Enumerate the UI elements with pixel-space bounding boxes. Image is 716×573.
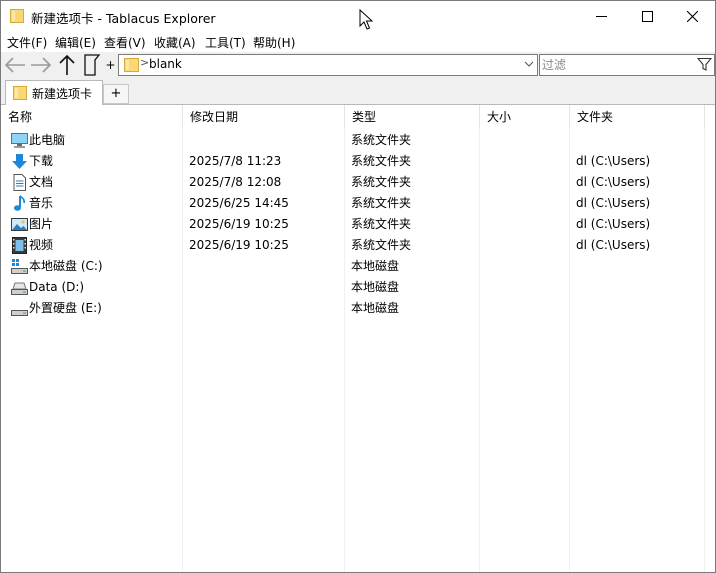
list-item[interactable]: 下载 2025/7/8 11:23 系统文件夹 dl (C:\Users) [1, 151, 705, 172]
list-item[interactable]: 本地磁盘 (C:) 本地磁盘 [1, 256, 705, 277]
tree-panel-button[interactable] [81, 53, 103, 77]
arrow-right-icon [30, 57, 51, 73]
column-header-size[interactable]: 大小 [480, 105, 570, 129]
folder-icon [13, 86, 27, 100]
folder-icon [124, 58, 139, 72]
item-name: 图片 [29, 217, 54, 231]
drive-icon [11, 282, 28, 295]
item-name: 音乐 [29, 196, 54, 210]
menu-favorites[interactable]: 收藏(A) [154, 34, 196, 51]
system-drive-icon [11, 259, 28, 274]
column-header-folder[interactable]: 文件夹 [570, 105, 705, 129]
address-path[interactable]: blank [149, 57, 182, 71]
address-bar[interactable]: > blank [118, 54, 538, 76]
item-name: 下载 [29, 154, 54, 168]
item-date: 2025/6/19 10:25 [189, 238, 289, 252]
tab-new-tab[interactable]: 新建选项卡 [5, 80, 103, 105]
item-type: 系统文件夹 [351, 175, 412, 189]
item-type: 系统文件夹 [351, 154, 412, 168]
item-name: 外置硬盘 (E:) [29, 301, 102, 315]
close-button[interactable] [669, 1, 715, 32]
column-header-type[interactable]: 类型 [345, 105, 480, 129]
back-button[interactable] [2, 53, 27, 77]
menu-help[interactable]: 帮助(H) [253, 34, 295, 51]
item-type: 系统文件夹 [351, 133, 412, 147]
toolbar: + > blank [1, 52, 715, 79]
drive-icon [11, 310, 28, 316]
item-folder: dl (C:\Users) [576, 196, 651, 210]
menu-tools[interactable]: 工具(T) [205, 34, 246, 51]
item-name: 本地磁盘 (C:) [29, 259, 103, 273]
window-title: 新建选项卡 - Tablacus Explorer [31, 11, 216, 26]
vertical-scrollbar[interactable] [705, 105, 715, 572]
picture-icon [11, 218, 28, 231]
music-icon [14, 195, 25, 211]
explorer-window: 新建选项卡 - Tablacus Explorer 文件(F) 编辑(E) 查看… [0, 0, 716, 573]
tree-panel-icon [84, 54, 101, 76]
filter-box [539, 54, 715, 76]
list-item[interactable]: Data (D:) 本地磁盘 [1, 277, 705, 298]
title-bar[interactable]: 新建选项卡 - Tablacus Explorer [1, 1, 715, 32]
item-type: 本地磁盘 [351, 301, 400, 315]
item-folder: dl (C:\Users) [576, 175, 651, 189]
up-button[interactable] [55, 53, 79, 77]
item-type: 系统文件夹 [351, 217, 412, 231]
list-item[interactable]: 文档 2025/7/8 12:08 系统文件夹 dl (C:\Users) [1, 172, 705, 193]
menu-bar: 文件(F) 编辑(E) 查看(V) 收藏(A) 工具(T) 帮助(H) [1, 32, 715, 52]
chevron-down-icon[interactable] [524, 60, 534, 68]
arrow-left-icon [4, 57, 25, 73]
menu-file[interactable]: 文件(F) [7, 34, 47, 51]
mouse-cursor-icon [359, 9, 373, 30]
item-name: Data (D:) [29, 280, 85, 294]
menu-edit[interactable]: 编辑(E) [55, 34, 96, 51]
add-button[interactable]: + [104, 53, 117, 77]
file-list: 此电脑 系统文件夹 下载 2025/7/8 11:23 系统文件夹 dl (C:… [1, 130, 705, 319]
column-header-name[interactable]: 名称 [1, 105, 183, 129]
breadcrumb-separator[interactable]: > [140, 56, 149, 69]
item-name: 文档 [29, 175, 54, 189]
list-item[interactable]: 音乐 2025/6/25 14:45 系统文件夹 dl (C:\Users) [1, 193, 705, 214]
menu-view[interactable]: 查看(V) [104, 34, 146, 51]
forward-button[interactable] [28, 53, 53, 77]
close-icon [686, 11, 698, 22]
item-type: 系统文件夹 [351, 238, 412, 252]
tab-label: 新建选项卡 [32, 87, 93, 101]
item-folder: dl (C:\Users) [576, 238, 651, 252]
item-name: 此电脑 [29, 133, 66, 147]
item-type: 系统文件夹 [351, 196, 412, 210]
item-type: 本地磁盘 [351, 259, 400, 273]
filter-input[interactable] [542, 56, 692, 73]
computer-icon [11, 133, 28, 148]
item-type: 本地磁盘 [351, 280, 400, 294]
minimize-icon [595, 16, 607, 17]
add-tab-button[interactable]: + [103, 84, 129, 104]
filter-icon[interactable] [697, 57, 712, 72]
document-icon [13, 174, 26, 191]
item-date: 2025/6/19 10:25 [189, 217, 289, 231]
item-folder: dl (C:\Users) [576, 154, 651, 168]
tab-bar: 新建选项卡 + [1, 79, 715, 105]
item-folder: dl (C:\Users) [576, 217, 651, 231]
list-item[interactable]: 此电脑 系统文件夹 [1, 130, 705, 151]
minimize-button[interactable] [578, 1, 624, 32]
list-item[interactable]: 图片 2025/6/19 10:25 系统文件夹 dl (C:\Users) [1, 214, 705, 235]
column-header-date[interactable]: 修改日期 [183, 105, 345, 129]
list-item[interactable]: 外置硬盘 (E:) 本地磁盘 [1, 298, 705, 319]
item-date: 2025/7/8 12:08 [189, 175, 282, 189]
item-date: 2025/7/8 11:23 [189, 154, 282, 168]
list-item[interactable]: 视频 2025/6/19 10:25 系统文件夹 dl (C:\Users) [1, 235, 705, 256]
item-name: 视频 [29, 238, 54, 252]
folder-icon [10, 9, 24, 23]
arrow-up-icon [59, 54, 75, 75]
item-date: 2025/6/25 14:45 [189, 196, 289, 210]
list-header: 名称 修改日期 类型 大小 文件夹 [1, 105, 705, 129]
maximize-button[interactable] [624, 1, 670, 32]
video-icon [12, 237, 27, 254]
maximize-icon [641, 11, 653, 22]
download-icon [12, 154, 27, 169]
